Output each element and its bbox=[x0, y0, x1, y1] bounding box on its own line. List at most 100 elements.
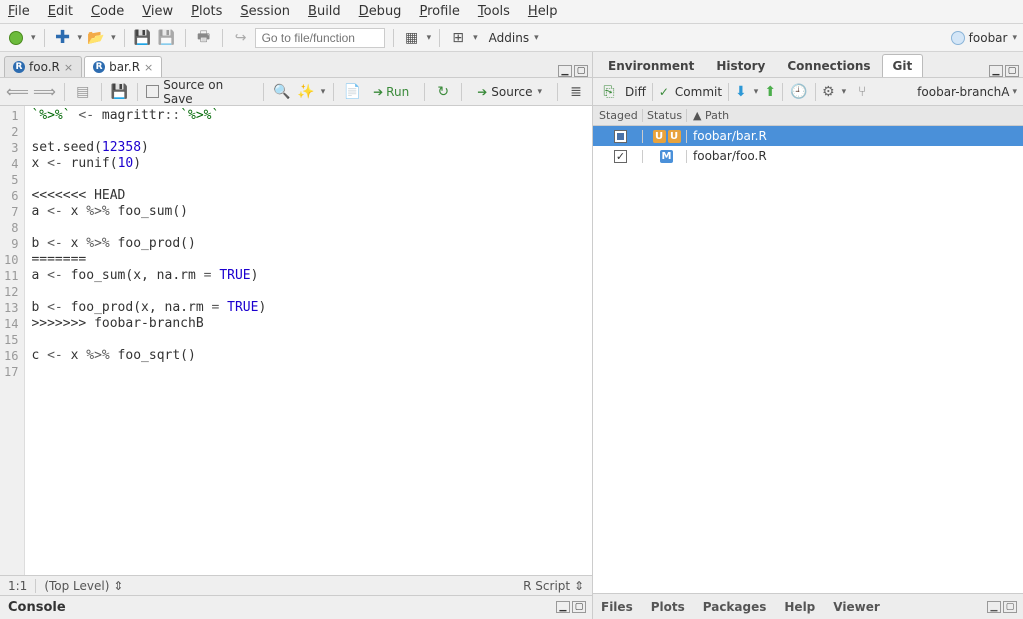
find-icon[interactable]: 🔍 bbox=[272, 82, 292, 102]
scope-selector[interactable]: (Top Level) ⇕ bbox=[44, 579, 123, 593]
save-icon[interactable]: 💾 bbox=[133, 28, 153, 48]
r-file-icon: R bbox=[93, 61, 105, 73]
git-row[interactable]: UUfoobar/bar.R bbox=[593, 126, 1023, 146]
tab-viewer[interactable]: Viewer bbox=[833, 600, 879, 614]
dropdown-icon[interactable]: ▾ bbox=[78, 33, 83, 43]
new-branch-icon[interactable]: ⑂ bbox=[852, 82, 872, 102]
dropdown-icon[interactable]: ▾ bbox=[111, 33, 116, 43]
run-button[interactable]: ➔ Run bbox=[366, 82, 416, 102]
tab-connections[interactable]: Connections bbox=[776, 54, 881, 77]
minimize-icon[interactable]: ▁ bbox=[558, 65, 572, 77]
tab-plots[interactable]: Plots bbox=[651, 600, 685, 614]
menu-profile[interactable]: Profile bbox=[419, 4, 459, 19]
minimize-icon[interactable]: ▁ bbox=[556, 601, 570, 613]
new-project-icon[interactable]: ✚ bbox=[53, 28, 73, 48]
forward-icon[interactable]: ⟹ bbox=[33, 82, 56, 101]
diff-icon[interactable]: ⎘ bbox=[599, 82, 619, 102]
status-M-icon: M bbox=[660, 150, 673, 163]
bottom-right-tabs: Files Plots Packages Help Viewer ▁ ▢ bbox=[593, 593, 1023, 619]
dropdown-icon[interactable]: ▾ bbox=[842, 87, 847, 97]
tab-label: foo.R bbox=[29, 60, 60, 74]
tab-git[interactable]: Git bbox=[882, 54, 924, 77]
tab-foo-R[interactable]: Rfoo.R × bbox=[4, 56, 82, 77]
lang-selector[interactable]: R Script ⇕ bbox=[523, 579, 584, 593]
menu-file[interactable]: File bbox=[8, 4, 30, 19]
menu-session[interactable]: Session bbox=[240, 4, 290, 19]
maximize-icon[interactable]: ▢ bbox=[1005, 65, 1019, 77]
outline-icon[interactable]: ≣ bbox=[566, 82, 586, 102]
editor-tabs: Rfoo.R×Rbar.R× ▁ ▢ bbox=[0, 52, 592, 78]
menu-tools[interactable]: Tools bbox=[478, 4, 510, 19]
dropdown-icon[interactable]: ▾ bbox=[754, 87, 759, 97]
panes-icon[interactable]: ⊞ bbox=[448, 28, 468, 48]
dropdown-icon[interactable]: ▾ bbox=[473, 33, 478, 43]
maximize-icon[interactable]: ▢ bbox=[574, 65, 588, 77]
dropdown-icon[interactable]: ▾ bbox=[321, 87, 326, 97]
menu-code[interactable]: Code bbox=[91, 4, 124, 19]
tab-packages[interactable]: Packages bbox=[703, 600, 767, 614]
status-U-icon: U bbox=[668, 130, 681, 143]
goto-file-input[interactable] bbox=[255, 28, 385, 48]
source-button[interactable]: ➔ Source ▾ bbox=[470, 82, 549, 102]
push-icon[interactable]: ⬆ bbox=[764, 84, 776, 100]
maximize-icon[interactable]: ▢ bbox=[572, 601, 586, 613]
tab-bar-R[interactable]: Rbar.R× bbox=[84, 56, 162, 77]
compile-icon[interactable]: 📄 bbox=[342, 82, 362, 102]
print-icon[interactable]: 🖶 bbox=[194, 28, 214, 48]
maximize-icon[interactable]: ▢ bbox=[1003, 601, 1017, 613]
dropdown-icon[interactable]: ▾ bbox=[427, 33, 432, 43]
open-icon[interactable]: 📂 bbox=[86, 28, 106, 48]
wand-icon[interactable]: ✨ bbox=[296, 82, 316, 102]
menu-plots[interactable]: Plots bbox=[191, 4, 222, 19]
source-on-save-checkbox[interactable] bbox=[146, 85, 159, 98]
tab-environment[interactable]: Environment bbox=[597, 54, 705, 77]
top-right-tabs: EnvironmentHistoryConnectionsGit ▁ ▢ bbox=[593, 52, 1023, 78]
save-icon[interactable]: 💾 bbox=[110, 82, 130, 102]
project-name[interactable]: foobar bbox=[969, 31, 1008, 45]
git-path: foobar/bar.R bbox=[687, 129, 1023, 143]
goto-arrow-icon: ↪ bbox=[231, 28, 251, 48]
close-icon[interactable]: × bbox=[64, 61, 73, 74]
addins-button[interactable]: Addins ▾ bbox=[482, 28, 546, 48]
tab-history[interactable]: History bbox=[705, 54, 776, 77]
tab-help[interactable]: Help bbox=[784, 600, 815, 614]
code-editor[interactable]: 1234567891011121314151617 `%>%` <- magri… bbox=[0, 106, 592, 575]
git-row[interactable]: Mfoobar/foo.R bbox=[593, 146, 1023, 166]
close-icon[interactable]: × bbox=[144, 61, 153, 74]
commit-button[interactable]: Commit bbox=[675, 85, 722, 99]
new-file-icon[interactable] bbox=[6, 28, 26, 48]
pull-icon[interactable]: ⬇ bbox=[735, 84, 747, 100]
git-table-header: Staged Status ▲ Path bbox=[593, 106, 1023, 126]
more-gear-icon[interactable]: ⚙ bbox=[822, 84, 835, 100]
col-path-header[interactable]: ▲ Path bbox=[687, 109, 1023, 122]
menu-help[interactable]: Help bbox=[528, 4, 558, 19]
menu-debug[interactable]: Debug bbox=[359, 4, 402, 19]
history-icon[interactable]: 🕘 bbox=[789, 82, 809, 102]
dropdown-icon[interactable]: ▾ bbox=[1012, 87, 1017, 97]
branch-selector[interactable]: foobar-branchA bbox=[917, 85, 1009, 99]
tab-files[interactable]: Files bbox=[601, 600, 633, 614]
source-on-save-label: Source on Save bbox=[163, 78, 255, 106]
staged-checkbox[interactable] bbox=[614, 150, 627, 163]
col-staged-header[interactable]: Staged bbox=[593, 109, 643, 122]
dropdown-icon[interactable]: ▾ bbox=[1012, 33, 1017, 43]
r-file-icon: R bbox=[13, 61, 25, 73]
dropdown-icon[interactable]: ▾ bbox=[31, 33, 36, 43]
back-icon[interactable]: ⟸ bbox=[6, 82, 29, 101]
diff-button[interactable]: Diff bbox=[625, 85, 646, 99]
grid-icon[interactable]: ▦ bbox=[402, 28, 422, 48]
menu-build[interactable]: Build bbox=[308, 4, 341, 19]
menubar: File Edit Code View Plots Session Build Debug Pr… bbox=[0, 0, 1023, 24]
console-tab[interactable]: Console bbox=[8, 600, 66, 615]
menu-edit[interactable]: Edit bbox=[48, 4, 73, 19]
menu-view[interactable]: View bbox=[142, 4, 173, 19]
minimize-icon[interactable]: ▁ bbox=[989, 65, 1003, 77]
console-panel-header: Console ▁ ▢ bbox=[0, 595, 592, 619]
col-status-header[interactable]: Status bbox=[643, 109, 687, 122]
save-all-icon[interactable]: 💾 bbox=[157, 28, 177, 48]
rerun-icon[interactable]: ↻ bbox=[433, 82, 453, 102]
minimize-icon[interactable]: ▁ bbox=[987, 601, 1001, 613]
staged-checkbox[interactable] bbox=[614, 130, 627, 143]
show-in-new-icon[interactable]: ▤ bbox=[73, 82, 93, 102]
git-toolbar: ⎘ Diff ✓ Commit ⬇▾ ⬆ 🕘 ⚙▾ ⑂ foobar-branc… bbox=[593, 78, 1023, 106]
